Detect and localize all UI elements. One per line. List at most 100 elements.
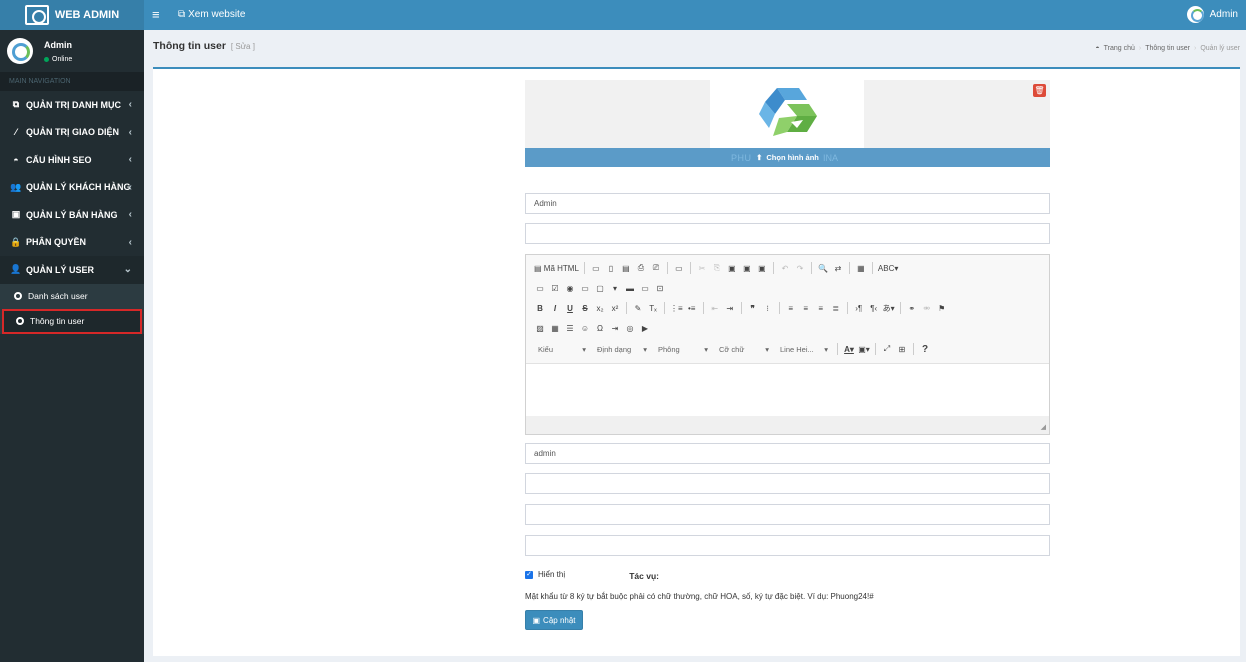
button-field-icon[interactable]: ▬ — [624, 281, 636, 295]
outdent-icon[interactable]: ⇤ — [709, 301, 721, 315]
textfield-icon[interactable]: ▭ — [579, 281, 591, 295]
style-dropdown[interactable]: Kiểu ▾ — [534, 342, 590, 356]
show-checkbox[interactable]: ✓ — [525, 570, 533, 579]
format-dropdown[interactable]: Định dạng ▾ — [593, 342, 651, 356]
blockquote-icon[interactable]: ❞ — [747, 301, 759, 315]
select-all-icon[interactable]: ▦ — [855, 261, 867, 275]
bulleted-list-icon[interactable]: •≡ — [686, 301, 698, 315]
page-break-icon[interactable]: ⇥ — [609, 321, 621, 335]
sidebar-item-seo[interactable]: ◓ CẤU HÌNH SEO ‹ — [0, 146, 144, 174]
font-size-dropdown[interactable]: Cỡ chữ ▾ — [715, 342, 773, 356]
email-input[interactable] — [525, 223, 1050, 244]
numbered-list-icon[interactable]: ⋮≡ — [670, 301, 683, 315]
new-page-icon[interactable]: ▯ — [605, 261, 617, 275]
table-icon[interactable]: ▦ — [549, 321, 561, 335]
language-icon[interactable]: あ▾ — [883, 301, 895, 315]
maximize-icon[interactable]: ⤢ — [881, 342, 893, 356]
hidden-field-icon[interactable]: ⊡ — [654, 281, 666, 295]
div-container-icon[interactable]: ⁝ — [762, 301, 774, 315]
image-icon[interactable]: ▨ — [534, 321, 546, 335]
sidebar-item-label: QUẢN LÝ KHÁCH HÀNG — [26, 182, 131, 193]
undo-icon[interactable]: ↶ — [779, 261, 791, 275]
indent-icon[interactable]: ⇥ — [724, 301, 736, 315]
show-blocks-icon[interactable]: ⊞ — [896, 342, 908, 356]
resize-handle-icon[interactable]: ◢ — [1041, 423, 1046, 431]
find-icon[interactable]: 🔍 — [817, 261, 829, 275]
document-icon[interactable]: ▭ — [673, 261, 685, 275]
editor-content-area[interactable] — [526, 363, 1049, 417]
textarea-icon[interactable]: ▢ — [594, 281, 606, 295]
show-checkbox-label: Hiển thị — [538, 570, 566, 579]
smiley-icon[interactable]: ☺ — [579, 321, 591, 335]
background-color-icon[interactable]: ▣▾ — [858, 342, 870, 356]
special-char-icon[interactable]: Ω — [594, 321, 606, 335]
spellcheck-icon[interactable]: ABC▾ — [878, 261, 898, 275]
breadcrumb-user-info[interactable]: Thông tin user — [1145, 45, 1190, 52]
preview-icon[interactable]: ⎙ — [635, 261, 647, 275]
align-right-icon[interactable]: ≡ — [815, 301, 827, 315]
sidebar-toggle-icon[interactable]: ≡ — [152, 8, 160, 21]
user-menu[interactable]: Admin — [1186, 6, 1238, 23]
delete-image-button[interactable]: 🗑 — [1033, 84, 1046, 97]
sidebar-item-permissions[interactable]: 🔒 PHÂN QUYỀN ‹ — [0, 229, 144, 257]
help-icon[interactable]: ? — [919, 342, 931, 356]
paste-icon[interactable]: ▣ — [726, 261, 738, 275]
print-icon[interactable]: ⎚ — [650, 261, 662, 275]
paste-word-icon[interactable]: ▣ — [756, 261, 768, 275]
cut-icon[interactable]: ✂ — [696, 261, 708, 275]
youtube-icon[interactable]: ▶ — [639, 321, 651, 335]
horizontal-line-icon[interactable]: ☰ — [564, 321, 576, 335]
submenu-item-user-info[interactable]: Thông tin user — [2, 308, 142, 334]
show-checkbox-row: ✓ Hiển thị — [525, 570, 565, 579]
image-upload-area[interactable]: 🗑 PHU ⬆ Chọn hình ảnh INA — [525, 80, 1050, 167]
font-dropdown[interactable]: Phông ▾ — [654, 342, 712, 356]
copy-icon[interactable]: ⎘ — [711, 261, 723, 275]
update-button[interactable]: ▣ Cập nhật — [525, 610, 583, 630]
underline-icon[interactable]: U — [564, 301, 576, 315]
link-icon[interactable]: ⚭ — [906, 301, 918, 315]
old-password-input[interactable] — [525, 473, 1050, 494]
sidebar-item-users[interactable]: 👤 QUẢN LÝ USER ⌄ — [0, 256, 144, 284]
line-height-dropdown[interactable]: Line Hei... ▾ — [776, 342, 832, 356]
template-icon[interactable]: ▤ — [620, 261, 632, 275]
brand[interactable]: WEB ADMIN — [0, 0, 144, 30]
sidebar-item-interface[interactable]: ⁄ QUẢN TRỊ GIAO DIỆN ‹ — [0, 119, 144, 147]
sidebar-item-customers[interactable]: 👥 QUẢN LÝ KHÁCH HÀNG ‹ — [0, 174, 144, 202]
image-button-icon[interactable]: ▭ — [639, 281, 651, 295]
form-icon[interactable]: ▭ — [534, 281, 546, 295]
confirm-password-input[interactable] — [525, 535, 1050, 556]
replace-icon[interactable]: ⇄ — [832, 261, 844, 275]
name-input[interactable]: Admin — [525, 193, 1050, 214]
radio-icon[interactable]: ◉ — [564, 281, 576, 295]
username-input[interactable]: admin — [525, 443, 1050, 464]
remove-format-icon[interactable]: Tₓ — [647, 301, 659, 315]
password-input[interactable] — [525, 504, 1050, 525]
source-code-button[interactable]: ▤ Mã HTML — [534, 261, 579, 275]
redo-icon[interactable]: ↷ — [794, 261, 806, 275]
ltr-icon[interactable]: ›¶ — [853, 301, 865, 315]
select-field-icon[interactable]: ▾ — [609, 281, 621, 295]
checkbox-icon[interactable]: ☑ — [549, 281, 561, 295]
save-icon[interactable]: ▭ — [590, 261, 602, 275]
copy-format-icon[interactable]: ✎ — [632, 301, 644, 315]
justify-icon[interactable]: ≣ — [830, 301, 842, 315]
paste-text-icon[interactable]: ▣ — [741, 261, 753, 275]
anchor-icon[interactable]: ⚑ — [936, 301, 948, 315]
sidebar-item-category[interactable]: ⧉ QUẢN TRỊ DANH MỤC ‹ — [0, 91, 144, 119]
text-color-icon[interactable]: A▾ — [843, 342, 855, 356]
subscript-icon[interactable]: x₂ — [594, 301, 606, 315]
strikethrough-icon[interactable]: S — [579, 301, 591, 315]
breadcrumb-home[interactable]: Trang chủ — [1104, 45, 1135, 52]
unlink-icon[interactable]: ⚮ — [921, 301, 933, 315]
sidebar-item-sales[interactable]: ▣ QUẢN LÝ BÁN HÀNG ‹ — [0, 201, 144, 229]
italic-icon[interactable]: I — [549, 301, 561, 315]
view-website-link[interactable]: ⧉ Xem website — [178, 9, 245, 20]
bold-icon[interactable]: B — [534, 301, 546, 315]
choose-image-button[interactable]: PHU ⬆ Chọn hình ảnh INA — [525, 148, 1050, 167]
iframe-icon[interactable]: ◎ — [624, 321, 636, 335]
superscript-icon[interactable]: x² — [609, 301, 621, 315]
rtl-icon[interactable]: ¶‹ — [868, 301, 880, 315]
align-center-icon[interactable]: ≡ — [800, 301, 812, 315]
align-left-icon[interactable]: ≡ — [785, 301, 797, 315]
submenu-item-user-list[interactable]: Danh sách user — [0, 284, 144, 309]
